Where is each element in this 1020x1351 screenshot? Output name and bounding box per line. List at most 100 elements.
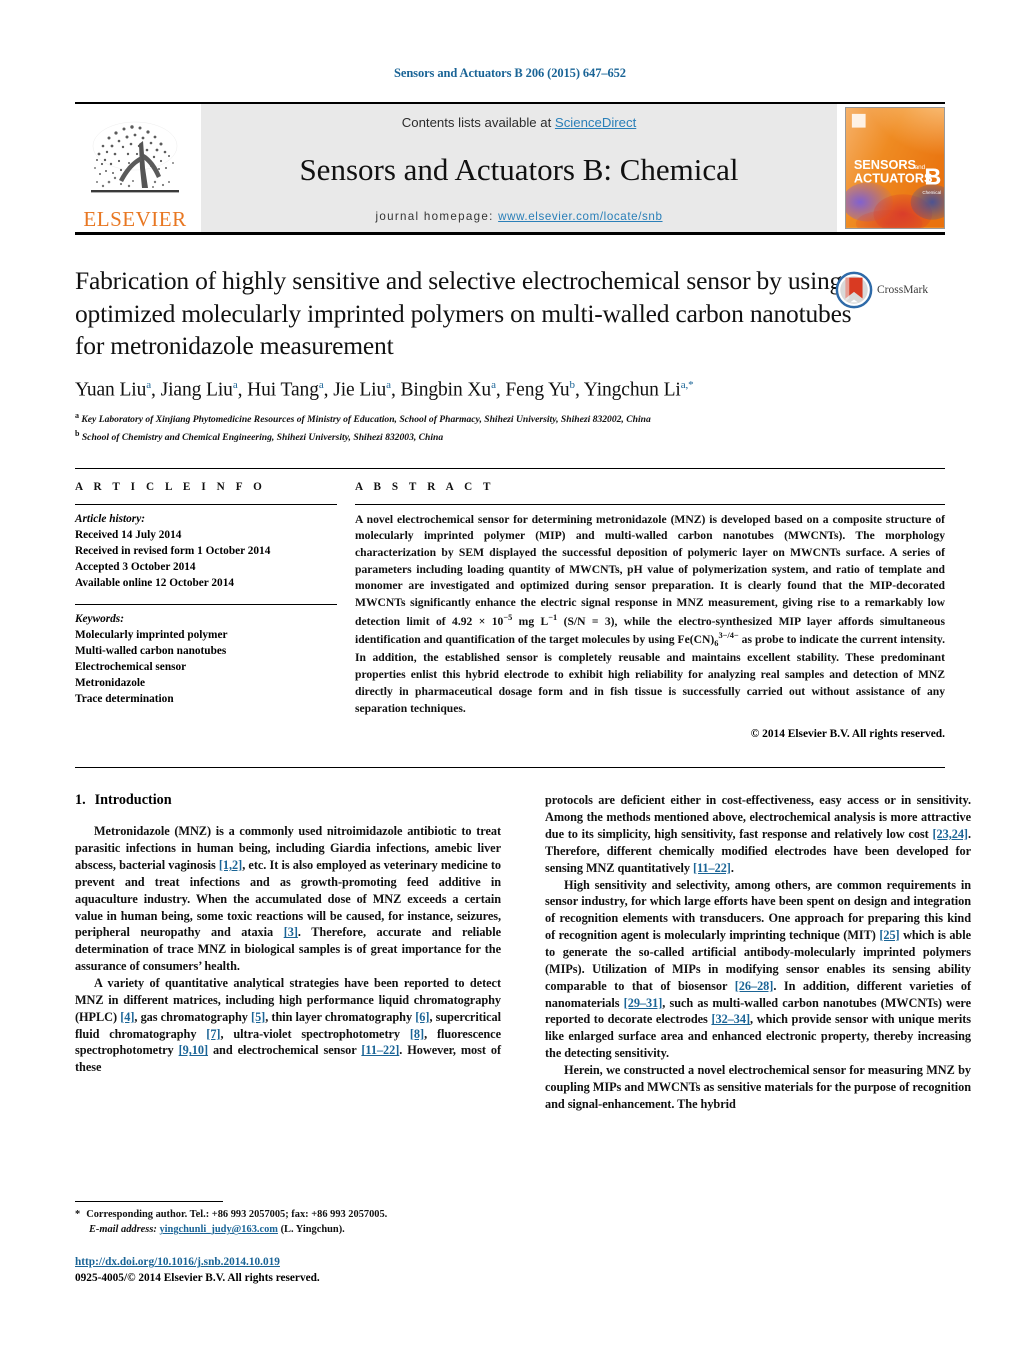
author-name: Yingchun Li (583, 379, 681, 401)
citation-link[interactable]: [23,24] (932, 827, 968, 841)
affiliation-item: a Key Laboratory of Xinjiang Phytomedici… (75, 410, 945, 428)
abstract-part-1: A novel electrochemical sensor for deter… (355, 512, 945, 628)
citation-link[interactable]: [26–28] (735, 979, 774, 993)
affiliation-item: b School of Chemistry and Chemical Engin… (75, 428, 945, 446)
abstract-rule (355, 503, 945, 505)
citation-link[interactable]: [4] (120, 1010, 134, 1024)
article-history-item: Received in revised form 1 October 2014 (75, 544, 271, 557)
journal-cover-thumbnail: SENSORS and ACTUATORS B Chemical (845, 107, 945, 229)
author-name: Jiang Liu (160, 379, 233, 401)
author-affiliation-marker: a (232, 378, 238, 391)
email-suffix: (L. Yingchun). (280, 1224, 345, 1236)
keyword-item: Metronidazole (75, 676, 146, 689)
citation-link[interactable]: [1,2] (219, 858, 242, 872)
masthead-bottom-rule (75, 232, 945, 235)
article-history-items: Received 14 July 2014 Received in revised… (75, 527, 337, 591)
footnote-rule (75, 1201, 223, 1203)
author-affiliation-marker: a (146, 378, 152, 391)
body-columns: 1. Introduction Metronidazole (MNZ) is a … (75, 792, 971, 1112)
author-name: Jie Liu (333, 379, 387, 401)
corresponding-author-note: * Corresponding author. Tel.: +86 993 205… (75, 1207, 501, 1237)
citation-link[interactable]: [5] (251, 1010, 265, 1024)
abstract-sup-1: −5 (503, 612, 513, 622)
abstract-sup-3: 3−/4− (718, 631, 739, 641)
section-title-text: Introduction (94, 792, 172, 809)
contents-prefix: Contents lists available at (401, 115, 555, 130)
author-affiliation-marker: a (318, 378, 324, 391)
email-line: E-mail address: yingchunli_judy@163.com … (75, 1222, 501, 1237)
article-history-item: Available online 12 October 2014 (75, 576, 234, 589)
affiliation-list: a Key Laboratory of Xinjiang Phytomedici… (75, 410, 945, 445)
issn-copyright-line: 0925-4005/© 2014 Elsevier B.V. All right… (75, 1272, 320, 1285)
citation-link[interactable]: [11–22] (693, 861, 731, 875)
keywords-items: Molecularly imprinted polymer Multi-walle… (75, 627, 337, 707)
keywords-rule (75, 603, 337, 605)
svg-text:B: B (924, 163, 941, 189)
citation-link[interactable]: [32–34] (711, 1012, 750, 1026)
abstract-copyright: © 2014 Elsevier B.V. All rights reserved… (750, 728, 945, 741)
author-name: Hui Tang (247, 379, 319, 401)
journal-cover-art: SENSORS and ACTUATORS B Chemical (846, 108, 944, 228)
article-history-item: Accepted 3 October 2014 (75, 560, 196, 573)
masthead-center: Contents lists available at ScienceDirec… (201, 104, 837, 232)
corresponding-author-text: Corresponding author. Tel.: +86 993 2057… (86, 1209, 388, 1221)
keywords-title: Keywords: (75, 612, 124, 625)
sciencedirect-link[interactable]: ScienceDirect (555, 115, 636, 130)
info-abstract-area: A R T I C L E I N F O Article history: R… (75, 481, 945, 741)
citation-link[interactable]: [9,10] (179, 1043, 208, 1057)
homepage-prefix: journal homepage: (375, 209, 494, 223)
crossmark-icon (835, 271, 873, 309)
affiliation-text: Key Laboratory of Xinjiang Phytomedicine… (79, 414, 651, 426)
journal-masthead: ELSEVIER Contents lists available at Sci… (75, 104, 945, 232)
left-column-paragraphs: Metronidazole (MNZ) is a commonly used n… (75, 823, 501, 1076)
elsevier-wordmark: ELSEVIER (83, 207, 187, 231)
crossmark-badge[interactable]: CrossMark (835, 271, 945, 309)
citation-link[interactable]: [8] (410, 1027, 424, 1041)
keywords-group: Keywords: Molecularly imprinted polymer M… (75, 611, 337, 707)
abstract-text: A novel electrochemical sensor for deter… (355, 512, 945, 718)
author-name: Feng Yu (505, 379, 570, 401)
footnote-star: * (75, 1209, 81, 1221)
citation-link[interactable]: [7] (206, 1027, 220, 1041)
author-affiliation-marker: a,* (680, 378, 694, 391)
citation-link[interactable]: [3] (284, 925, 298, 939)
keyword-item: Electrochemical sensor (75, 660, 187, 673)
affiliation-text: School of Chemistry and Chemical Enginee… (79, 432, 444, 444)
body-paragraph: A variety of quantitative analytical str… (75, 975, 502, 1075)
doi-block: http://dx.doi.org/10.1016/j.snb.2014.10.… (75, 1255, 501, 1287)
body-top-rule (75, 767, 945, 769)
article-info-column: A R T I C L E I N F O Article history: R… (75, 481, 337, 741)
right-column-paragraphs: protocols are deficient either in cost-e… (545, 792, 971, 1112)
article-info-rule (75, 503, 337, 505)
author-affiliation-marker: a (386, 378, 391, 391)
email-label: E-mail address: (89, 1224, 157, 1236)
citation-link[interactable]: [6] (415, 1010, 429, 1024)
author-name: Bingbin Xu (400, 379, 492, 401)
article-history-group: Article history: Received 14 July 2014 Re… (75, 511, 337, 591)
journal-title: Sensors and Actuators B: Chemical (299, 151, 739, 187)
citation-link[interactable]: [11–22] (361, 1043, 399, 1057)
doi-link[interactable]: http://dx.doi.org/10.1016/j.snb.2014.10.… (75, 1255, 501, 1271)
author-name: Yuan Liu (75, 379, 147, 401)
citation-link[interactable]: [25] (879, 928, 899, 942)
footnote-area: * Corresponding author. Tel.: +86 993 205… (75, 1201, 501, 1287)
keyword-item: Molecularly imprinted polymer (75, 628, 228, 641)
abstract-sub-1: 6 (714, 639, 719, 649)
citation-link[interactable]: [29–31] (624, 996, 663, 1010)
body-column-left: 1. Introduction Metronidazole (MNZ) is a … (75, 792, 501, 1112)
journal-homepage-line: journal homepage: www.elsevier.com/locat… (375, 210, 662, 223)
body-paragraph: High sensitivity and selectivity, among … (545, 877, 971, 1061)
author-list: Yuan Liua, Jiang Liua, Hui Tanga, Jie Li… (75, 378, 694, 401)
article-info-heading: A R T I C L E I N F O (75, 480, 266, 493)
section-number: 1. (75, 792, 86, 809)
page-title: Fabrication of highly sensitive and sele… (75, 266, 852, 361)
journal-homepage-link[interactable]: www.elsevier.com/locate/snb (498, 210, 662, 223)
abstract-column: A B S T R A C T A novel electrochemical … (355, 481, 945, 741)
author-affiliation-marker: a (491, 378, 496, 391)
body-paragraph: Herein, we constructed a novel electroch… (545, 1062, 971, 1111)
svg-text:ACTUATORS: ACTUATORS (854, 170, 933, 185)
title-block: Fabrication of highly sensitive and sele… (75, 265, 945, 363)
email-link[interactable]: yingchunli_judy@163.com (159, 1224, 278, 1235)
author-affiliation-marker: b (569, 378, 576, 391)
